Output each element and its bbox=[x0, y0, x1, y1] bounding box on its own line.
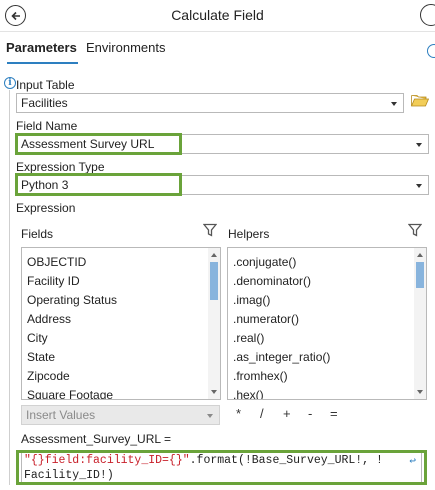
tab-environments[interactable]: Environments bbox=[86, 40, 165, 55]
list-item[interactable]: State bbox=[27, 350, 55, 364]
list-item[interactable]: .hex() bbox=[233, 388, 264, 399]
tab-parameters[interactable]: Parameters bbox=[6, 40, 77, 55]
list-item[interactable]: .fromhex() bbox=[233, 369, 288, 383]
operator-equals-button[interactable]: = bbox=[330, 406, 338, 421]
list-item[interactable]: Facility ID bbox=[27, 274, 80, 288]
chevron-down-icon bbox=[391, 102, 397, 106]
expression-type-dropdown[interactable]: Python 3 bbox=[16, 175, 429, 195]
insert-values-dropdown[interactable]: Insert Values bbox=[21, 405, 220, 425]
folder-open-icon[interactable] bbox=[411, 94, 429, 107]
field-name-value: Assessment Survey URL bbox=[21, 137, 155, 151]
expression-type-label: Expression Type bbox=[16, 160, 105, 174]
field-name-label: Field Name bbox=[16, 119, 78, 133]
scroll-down-icon[interactable] bbox=[417, 390, 423, 394]
expression-code-editor[interactable]: "{}field:facility_ID={}".format(!Base_Su… bbox=[21, 451, 422, 484]
operator-divide-button[interactable]: / bbox=[260, 406, 264, 421]
list-item[interactable]: Address bbox=[27, 312, 71, 326]
input-table-value: Facilities bbox=[21, 96, 68, 110]
list-item[interactable]: .real() bbox=[233, 331, 264, 345]
chevron-down-icon bbox=[416, 184, 422, 188]
fields-list[interactable]: OBJECTID Facility ID Operating Status Ad… bbox=[21, 247, 221, 400]
help-icon[interactable] bbox=[427, 44, 435, 58]
expression-target-label: Assessment_Survey_URL = bbox=[21, 432, 171, 446]
insert-values-label: Insert Values bbox=[26, 408, 96, 422]
operator-multiply-button[interactable]: * bbox=[236, 406, 241, 421]
options-icon[interactable] bbox=[420, 4, 435, 26]
list-item[interactable]: .numerator() bbox=[233, 312, 299, 326]
window-title: Calculate Field bbox=[171, 7, 264, 23]
fields-label: Fields bbox=[21, 227, 54, 241]
title-bar: Calculate Field bbox=[0, 0, 435, 32]
list-item[interactable]: .conjugate() bbox=[233, 255, 296, 269]
list-item[interactable]: Square Footage bbox=[27, 388, 113, 399]
input-table-dropdown[interactable]: Facilities bbox=[16, 93, 404, 113]
expression-type-value: Python 3 bbox=[21, 178, 69, 192]
operator-subtract-button[interactable]: - bbox=[308, 406, 312, 421]
active-tab-indicator bbox=[7, 62, 78, 64]
input-table-label: Input Table bbox=[16, 78, 75, 92]
list-item[interactable]: .denominator() bbox=[233, 274, 311, 288]
scroll-thumb[interactable] bbox=[416, 262, 424, 288]
list-item[interactable]: Zipcode bbox=[27, 369, 70, 383]
code-line-2: Facility_ID!) bbox=[24, 469, 114, 482]
code-format-call: .format(!Base_Survey_URL!, ! bbox=[189, 454, 383, 467]
code-line-1: "{}field:facility_ID={}".format(!Base_Su… bbox=[24, 454, 383, 467]
scroll-down-icon[interactable] bbox=[211, 390, 217, 394]
list-item[interactable]: Operating Status bbox=[27, 293, 117, 307]
list-item[interactable]: .as_integer_ratio() bbox=[233, 350, 330, 364]
expression-label: Expression bbox=[16, 201, 76, 215]
helpers-scrollbar[interactable] bbox=[414, 248, 426, 399]
chevron-down-icon bbox=[416, 143, 422, 147]
list-item[interactable]: .imag() bbox=[233, 293, 270, 307]
helpers-list[interactable]: .conjugate() .denominator() .imag() .num… bbox=[227, 247, 427, 400]
word-wrap-icon: ↩ bbox=[409, 456, 416, 468]
operator-add-button[interactable]: + bbox=[283, 406, 291, 421]
list-item[interactable]: OBJECTID bbox=[27, 255, 86, 269]
list-item[interactable]: City bbox=[27, 331, 48, 345]
filter-funnel-icon[interactable] bbox=[408, 223, 422, 237]
fields-scrollbar[interactable] bbox=[208, 248, 220, 399]
info-icon[interactable]: i bbox=[4, 77, 16, 89]
parameter-group-rule bbox=[9, 90, 10, 485]
scroll-up-icon[interactable] bbox=[417, 253, 423, 257]
scroll-up-icon[interactable] bbox=[211, 253, 217, 257]
scroll-thumb[interactable] bbox=[210, 262, 218, 300]
field-name-dropdown[interactable]: Assessment Survey URL bbox=[16, 134, 429, 154]
code-string-literal: "{}field:facility_ID={}" bbox=[24, 454, 190, 467]
filter-funnel-icon[interactable] bbox=[203, 223, 217, 237]
helpers-label: Helpers bbox=[228, 227, 270, 241]
chevron-down-icon bbox=[207, 414, 213, 418]
